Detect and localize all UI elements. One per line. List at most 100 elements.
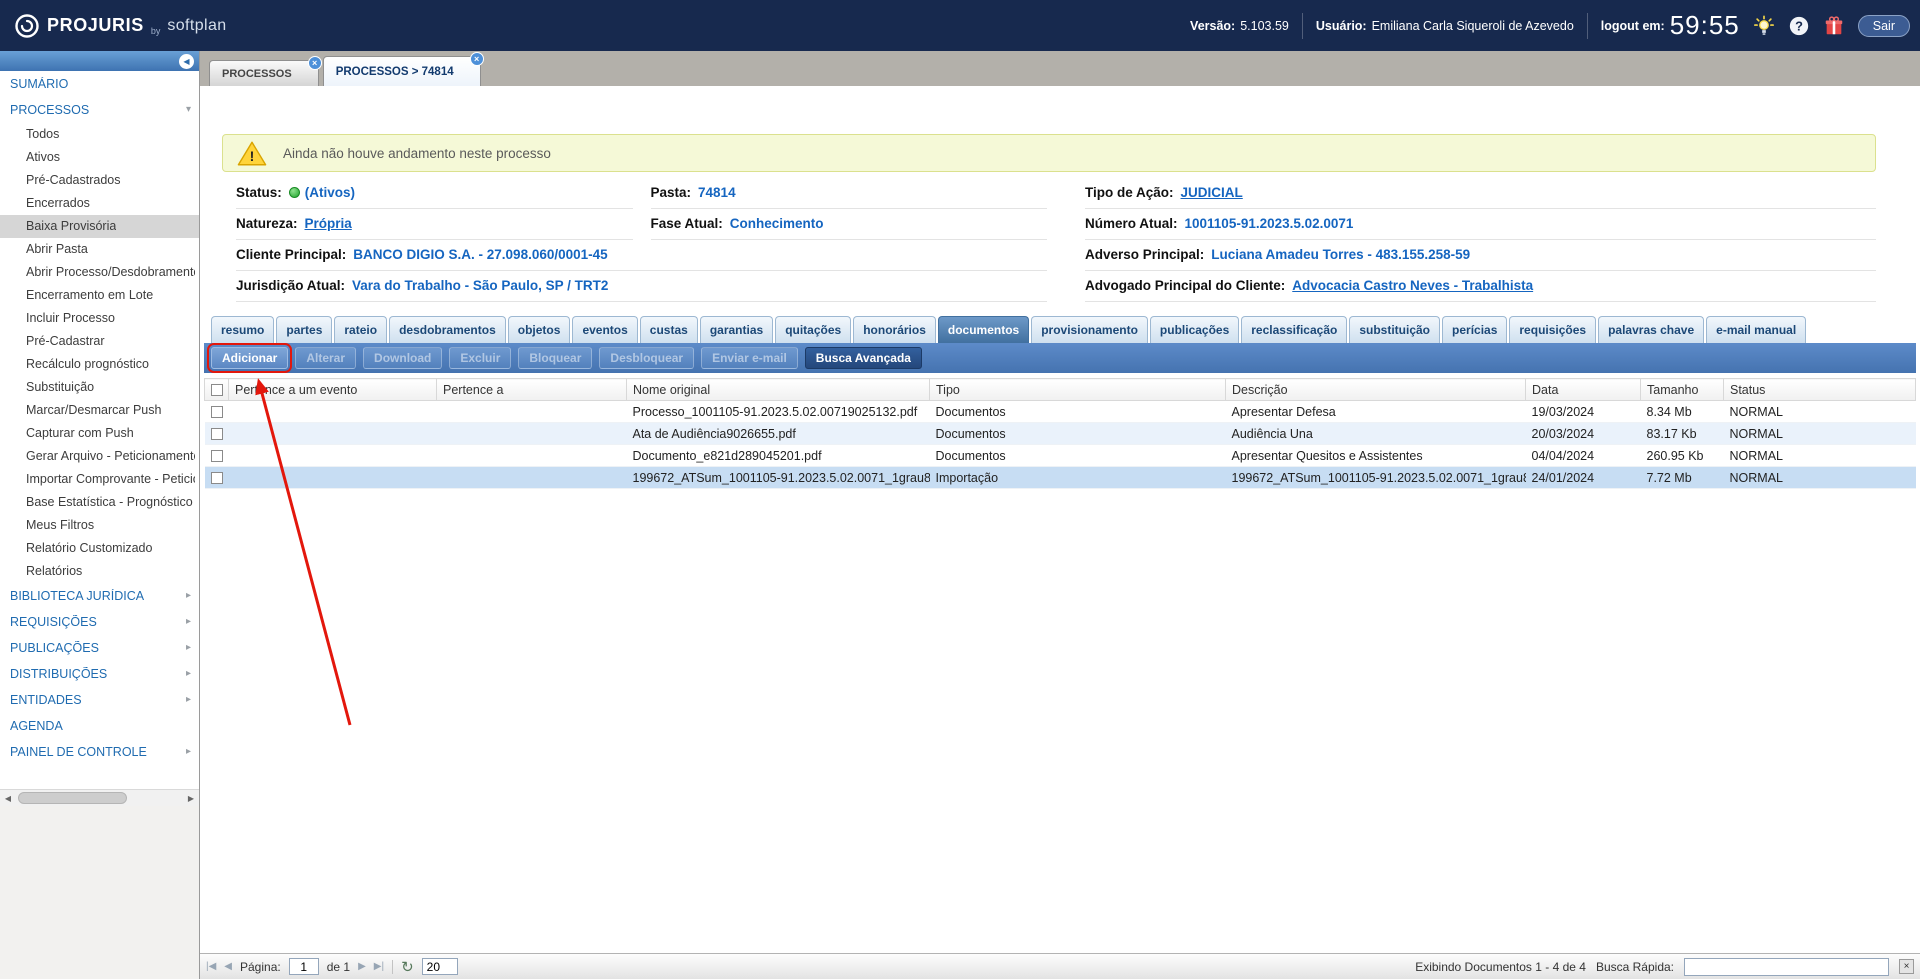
sidebar-entry[interactable]: Baixa Provisória xyxy=(0,215,199,238)
sidebar-entry[interactable]: PAINEL DE CONTROLE ▸ xyxy=(0,739,199,765)
column-header[interactable]: Pertence a xyxy=(437,379,627,401)
sidebar-entry[interactable]: PUBLICAÇÕES ▸ xyxy=(0,635,199,661)
column-header[interactable]: Tamanho xyxy=(1641,379,1724,401)
toolbar-button[interactable]: Bloquear xyxy=(518,347,592,369)
next-page-icon[interactable]: ▶ xyxy=(358,961,366,972)
first-page-icon[interactable]: |◀ xyxy=(206,961,216,972)
detail-value[interactable]: 1001105-91.2023.5.02.0071 xyxy=(1185,216,1354,231)
select-all-checkbox[interactable] xyxy=(211,384,223,396)
prev-page-icon[interactable]: ◀ xyxy=(224,961,232,972)
refresh-icon[interactable]: ↻ xyxy=(401,958,414,976)
sidebar-entry[interactable]: PROCESSOS ▾ xyxy=(0,97,199,123)
tab[interactable]: partes xyxy=(276,316,332,343)
sidebar-entry[interactable]: BIBLIOTECA JURÍDICA ▸ xyxy=(0,583,199,609)
sidebar-entry[interactable]: ENTIDADES ▸ xyxy=(0,687,199,713)
close-tab-icon[interactable]: × xyxy=(470,52,484,66)
table-row[interactable]: Ata de Audiência9026655.pdf Documentos A… xyxy=(205,423,1916,445)
page-input[interactable] xyxy=(289,958,319,975)
column-header[interactable]: Tipo xyxy=(930,379,1226,401)
lightbulb-icon[interactable] xyxy=(1753,15,1775,37)
tab[interactable]: documentos xyxy=(938,316,1029,343)
detail-value[interactable]: Própria xyxy=(305,216,352,231)
sidebar-entry[interactable]: Todos xyxy=(0,123,199,146)
tab[interactable]: objetos xyxy=(508,316,571,343)
tab[interactable]: rateio xyxy=(334,316,387,343)
sidebar-entry[interactable]: Meus Filtros xyxy=(0,514,199,537)
toolbar-button[interactable]: Download xyxy=(363,347,442,369)
detail-value[interactable]: 74814 xyxy=(698,185,736,200)
sidebar-entry[interactable]: Abrir Processo/Desdobramento xyxy=(0,261,199,284)
tab[interactable]: reclassificação xyxy=(1241,316,1347,343)
column-header[interactable]: Pertence a um evento xyxy=(229,379,437,401)
detail-value[interactable]: BANCO DIGIO S.A. - 27.098.060/0001-45 xyxy=(353,247,607,262)
tab[interactable]: custas xyxy=(640,316,698,343)
sidebar-entry[interactable]: Pré-Cadastrados xyxy=(0,169,199,192)
sidebar-entry[interactable]: REQUISIÇÕES ▸ xyxy=(0,609,199,635)
sidebar-entry[interactable]: Abrir Pasta xyxy=(0,238,199,261)
sidebar-entry[interactable]: Relatórios xyxy=(0,560,199,583)
sidebar-entry[interactable]: Capturar com Push xyxy=(0,422,199,445)
table-row[interactable]: 199672_ATSum_1001105-91.2023.5.02.0071_1… xyxy=(205,467,1916,489)
toolbar-button[interactable]: Busca Avançada xyxy=(805,347,922,369)
row-checkbox[interactable] xyxy=(211,406,223,418)
sidebar-entry[interactable]: Incluir Processo xyxy=(0,307,199,330)
sidebar-entry[interactable]: Marcar/Desmarcar Push xyxy=(0,399,199,422)
table-row[interactable]: Processo_1001105-91.2023.5.02.0071902513… xyxy=(205,401,1916,423)
toolbar-button[interactable]: Excluir xyxy=(449,347,511,369)
sidebar-entry[interactable]: DISTRIBUIÇÕES ▸ xyxy=(0,661,199,687)
tab[interactable]: desdobramentos xyxy=(389,316,506,343)
column-header[interactable]: Data xyxy=(1526,379,1641,401)
tab[interactable]: publicações xyxy=(1150,316,1239,343)
tab[interactable]: garantias xyxy=(700,316,773,343)
window-tab[interactable]: PROCESSOS > 74814 × xyxy=(323,56,481,86)
sidebar-entry[interactable]: AGENDA xyxy=(0,713,199,739)
sair-button[interactable]: Sair xyxy=(1858,15,1910,37)
sidebar-entry[interactable]: Encerrados xyxy=(0,192,199,215)
row-checkbox[interactable] xyxy=(211,450,223,462)
detail-value[interactable]: (Ativos) xyxy=(305,185,355,200)
sidebar-entry[interactable]: SUMÁRIO xyxy=(0,71,199,97)
detail-value[interactable]: Advocacia Castro Neves - Trabalhista xyxy=(1292,278,1533,293)
tab[interactable]: eventos xyxy=(572,316,637,343)
sidebar-entry[interactable]: Substituição xyxy=(0,376,199,399)
sidebar-entry[interactable]: Base Estatística - Prognóstico Inteligen… xyxy=(0,491,199,514)
tab[interactable]: provisionamento xyxy=(1031,316,1148,343)
sidebar-entry[interactable]: Relatório Customizado xyxy=(0,537,199,560)
sidebar-hscrollbar[interactable]: ◀ ▶ xyxy=(0,789,199,806)
detail-value[interactable]: Vara do Trabalho - São Paulo, SP / TRT2 xyxy=(352,278,608,293)
collapse-sidebar-icon[interactable]: ◀ xyxy=(179,54,194,69)
help-icon[interactable]: ? xyxy=(1788,15,1810,37)
column-header[interactable]: Nome original xyxy=(627,379,930,401)
toolbar-button[interactable]: Alterar xyxy=(295,347,356,369)
toolbar-button[interactable]: Adicionar xyxy=(211,347,288,369)
sidebar-entry[interactable]: Importar Comprovante - Peticionamento xyxy=(0,468,199,491)
toolbar-button[interactable]: Desbloquear xyxy=(599,347,694,369)
row-checkbox[interactable] xyxy=(211,428,223,440)
toolbar-button[interactable]: Enviar e-mail xyxy=(701,347,798,369)
tab[interactable]: perícias xyxy=(1442,316,1507,343)
tab[interactable]: requisições xyxy=(1509,316,1596,343)
tab[interactable]: substituição xyxy=(1349,316,1440,343)
sidebar-entry[interactable]: Pré-Cadastrar xyxy=(0,330,199,353)
detail-value[interactable]: Conhecimento xyxy=(730,216,824,231)
close-tab-icon[interactable]: × xyxy=(308,56,322,70)
scroll-left-icon[interactable]: ◀ xyxy=(0,794,16,803)
sidebar-collapse-bar[interactable]: ◀ xyxy=(0,51,199,71)
tab[interactable]: palavras chave xyxy=(1598,316,1704,343)
sidebar-entry[interactable]: Encerramento em Lote xyxy=(0,284,199,307)
tab[interactable]: resumo xyxy=(211,316,274,343)
column-header[interactable]: Descrição xyxy=(1226,379,1526,401)
scrollbar-thumb[interactable] xyxy=(18,792,127,804)
row-checkbox[interactable] xyxy=(211,472,223,484)
tab[interactable]: e-mail manual xyxy=(1706,316,1806,343)
detail-value[interactable]: Luciana Amadeu Torres - 483.155.258-59 xyxy=(1211,247,1470,262)
scroll-right-icon[interactable]: ▶ xyxy=(183,794,199,803)
tab[interactable]: honorários xyxy=(853,316,936,343)
clear-search-icon[interactable]: × xyxy=(1899,959,1914,974)
window-tab[interactable]: PROCESSOS × xyxy=(209,60,319,86)
quick-search-input[interactable] xyxy=(1684,958,1889,976)
sidebar-entry[interactable]: Ativos xyxy=(0,146,199,169)
tab[interactable]: quitações xyxy=(775,316,851,343)
table-row[interactable]: Documento_e821d289045201.pdf Documentos … xyxy=(205,445,1916,467)
detail-value[interactable]: JUDICIAL xyxy=(1181,185,1243,200)
